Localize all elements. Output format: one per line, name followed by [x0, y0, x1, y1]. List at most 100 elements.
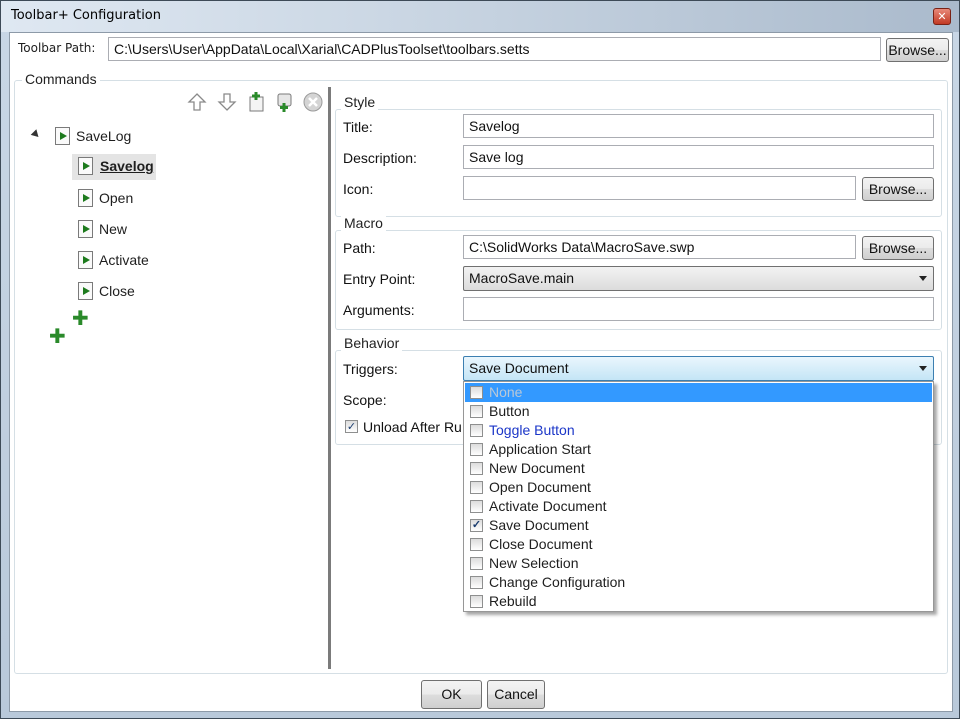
tree-item-label: Savelog: [100, 158, 154, 174]
trigger-checkbox[interactable]: [470, 386, 483, 399]
macro-legend: Macro: [341, 215, 386, 231]
arrow-down-icon[interactable]: [216, 91, 238, 113]
trigger-option-label: Application Start: [489, 441, 591, 457]
add-group-icon[interactable]: [274, 91, 296, 113]
toolbar-path-input[interactable]: C:\Users\User\AppData\Local\Xarial\CADPl…: [108, 37, 881, 61]
dialog-window: Toolbar+ Configuration ✕ Toolbar Path: C…: [0, 0, 960, 719]
command-doc-icon: [78, 157, 93, 175]
trigger-checkbox[interactable]: [470, 500, 483, 513]
tree-item-label: New: [99, 221, 128, 237]
trigger-option-new-selection[interactable]: New Selection: [465, 554, 932, 573]
trigger-option-change-configuration[interactable]: Change Configuration: [465, 573, 932, 592]
tree-item-label: Close: [99, 283, 135, 299]
trigger-option-save-document[interactable]: ✓ Save Document: [465, 516, 932, 535]
trigger-checkbox[interactable]: [470, 443, 483, 456]
description-label: Description:: [343, 150, 417, 166]
arguments-label: Arguments:: [343, 302, 415, 318]
panel-splitter[interactable]: [328, 87, 331, 669]
tree-group-savelog[interactable]: SaveLog: [55, 124, 175, 150]
tree-item-savelog[interactable]: Savelog: [72, 154, 156, 180]
toolbar-path-row: Toolbar Path: C:\Users\User\AppData\Loca…: [10, 33, 952, 65]
tree-item-activate[interactable]: Activate: [78, 248, 178, 274]
arguments-input[interactable]: [463, 297, 934, 321]
tree-group-label: SaveLog: [76, 128, 132, 144]
triggers-dropdown-list: None Button Toggle Button Application St…: [463, 381, 934, 612]
macro-path-browse-button[interactable]: Browse...: [862, 236, 934, 260]
tree-item-close[interactable]: Close: [78, 279, 168, 305]
window-title: Toolbar+ Configuration: [11, 8, 162, 23]
cancel-button[interactable]: Cancel: [487, 680, 545, 709]
tree-item-label: Activate: [99, 252, 149, 268]
trigger-option-label: Save Document: [489, 517, 589, 533]
close-button[interactable]: ✕: [933, 8, 951, 25]
triggers-label: Triggers:: [343, 361, 398, 377]
title-bar[interactable]: Toolbar+ Configuration ✕: [1, 1, 959, 32]
trigger-option-new-document[interactable]: New Document: [465, 459, 932, 478]
trigger-checkbox[interactable]: ✓: [470, 519, 483, 532]
trigger-checkbox[interactable]: [470, 538, 483, 551]
command-doc-icon: [78, 251, 93, 269]
style-legend: Style: [341, 94, 379, 110]
trigger-checkbox[interactable]: [470, 481, 483, 494]
chevron-down-icon: [919, 366, 927, 371]
ok-button[interactable]: OK: [421, 680, 482, 709]
icon-input[interactable]: [463, 176, 856, 200]
title-input[interactable]: Savelog: [463, 114, 934, 138]
entry-point-value: MacroSave.main: [469, 270, 575, 286]
icon-browse-button[interactable]: Browse...: [862, 177, 934, 201]
remove-icon[interactable]: [302, 91, 324, 113]
description-input[interactable]: Save log: [463, 145, 934, 169]
trigger-option-label: Activate Document: [489, 498, 607, 514]
trigger-checkbox[interactable]: [470, 595, 483, 608]
icon-label: Icon:: [343, 181, 374, 197]
trigger-checkbox[interactable]: [470, 576, 483, 589]
scope-label: Scope:: [343, 392, 387, 408]
unload-after-run-checkbox[interactable]: ✓: [345, 420, 358, 433]
trigger-option-label: Button: [489, 403, 530, 419]
command-doc-icon: [55, 127, 70, 145]
trigger-option-toggle-button[interactable]: Toggle Button: [465, 421, 932, 440]
trigger-option-label: Change Configuration: [489, 574, 626, 590]
add-group-plus-icon[interactable]: ✚: [49, 326, 66, 346]
commands-legend: Commands: [22, 71, 100, 87]
trigger-option-activate-document[interactable]: Activate Document: [465, 497, 932, 516]
path-label: Path:: [343, 240, 376, 256]
trigger-option-label: Open Document: [489, 479, 591, 495]
trigger-option-label: Rebuild: [489, 593, 537, 609]
unload-after-run-label: Unload After Ru: [363, 419, 462, 435]
entry-point-label: Entry Point:: [343, 271, 416, 287]
trigger-checkbox[interactable]: [470, 405, 483, 418]
trigger-option-application-start[interactable]: Application Start: [465, 440, 932, 459]
tree-item-new[interactable]: New: [78, 217, 168, 243]
trigger-option-label: Close Document: [489, 536, 593, 552]
trigger-checkbox[interactable]: [470, 424, 483, 437]
command-doc-icon: [78, 189, 93, 207]
chevron-down-icon: [919, 276, 927, 281]
trigger-option-close-document[interactable]: Close Document: [465, 535, 932, 554]
behavior-legend: Behavior: [341, 335, 403, 351]
dialog-client: Toolbar Path: C:\Users\User\AppData\Loca…: [9, 32, 953, 712]
toolbar-path-browse-button[interactable]: Browse...: [886, 38, 949, 62]
title-label: Title:: [343, 119, 373, 135]
add-command-plus-icon[interactable]: ✚: [72, 308, 89, 328]
tree-item-label: Open: [99, 190, 134, 206]
triggers-value: Save Document: [469, 360, 569, 376]
trigger-option-label: New Selection: [489, 555, 579, 571]
triggers-select[interactable]: Save Document: [463, 356, 934, 381]
add-command-icon[interactable]: [246, 91, 268, 113]
trigger-option-label: None: [489, 384, 523, 400]
tree-item-open[interactable]: Open: [78, 186, 168, 212]
trigger-option-label: New Document: [489, 460, 585, 476]
macro-path-input[interactable]: C:\SolidWorks Data\MacroSave.swp: [463, 235, 856, 259]
trigger-option-none[interactable]: None: [465, 383, 932, 402]
arrow-up-icon[interactable]: [186, 91, 208, 113]
trigger-option-rebuild[interactable]: Rebuild: [465, 592, 932, 611]
trigger-checkbox[interactable]: [470, 557, 483, 570]
toolbar-path-label: Toolbar Path:: [18, 41, 96, 55]
entry-point-select[interactable]: MacroSave.main: [463, 266, 934, 291]
command-doc-icon: [78, 220, 93, 238]
trigger-option-button[interactable]: Button: [465, 402, 932, 421]
trigger-option-label: Toggle Button: [489, 422, 575, 438]
trigger-checkbox[interactable]: [470, 462, 483, 475]
trigger-option-open-document[interactable]: Open Document: [465, 478, 932, 497]
